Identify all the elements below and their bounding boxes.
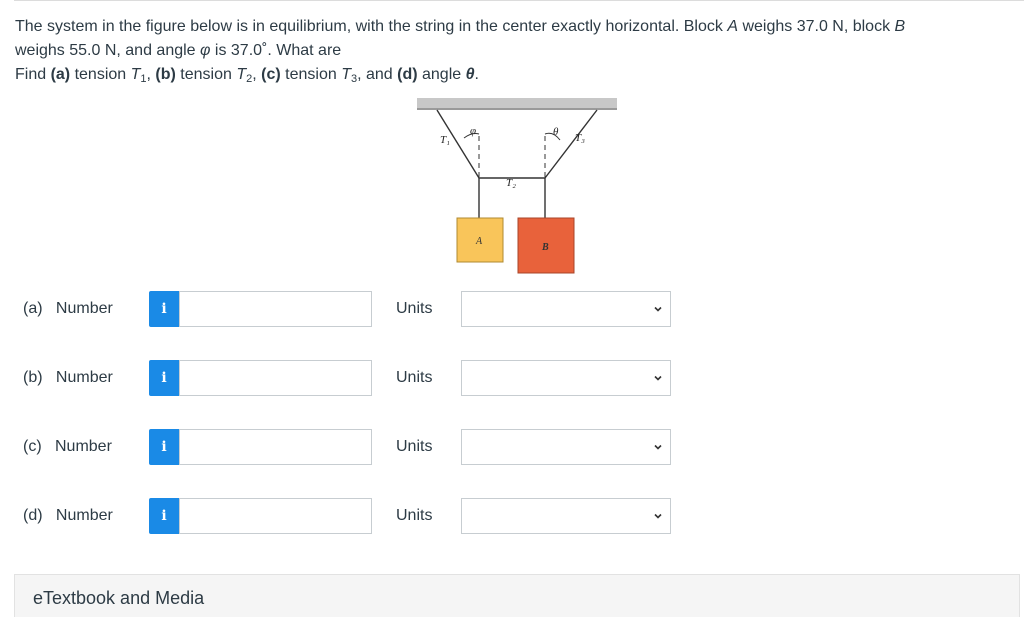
label-block-a: A — [475, 236, 483, 247]
part-a-label: (a) Number — [23, 300, 113, 318]
answer-row-b: (b) Number i Units — [0, 360, 1034, 398]
part-d-ref: (d) — [397, 66, 418, 83]
answer-row-c: (c) Number i Units — [0, 429, 1034, 467]
info-icon: i — [161, 439, 167, 455]
t-symbol-2: T — [236, 66, 247, 83]
t-symbol-1: T — [130, 66, 141, 83]
number-input-d[interactable] — [179, 498, 372, 534]
label-t2: T₂ — [506, 177, 516, 189]
units-select-c[interactable] — [461, 429, 671, 465]
angle-text: angle — [417, 66, 466, 83]
ceiling — [417, 98, 617, 109]
question-line-2: weighs 55.0 N, and angle φ is 37.0˚. Wha… — [15, 39, 1015, 63]
label-block-b: B — [541, 242, 549, 253]
period: . — [474, 66, 479, 83]
info-icon: i — [161, 301, 167, 317]
units-select-d[interactable] — [461, 498, 671, 534]
etextbook-media-panel[interactable]: eTextbook and Media — [14, 574, 1020, 617]
units-select-b[interactable] — [461, 360, 671, 396]
chevron-down-icon — [654, 306, 662, 312]
part-a-letter: (a) — [23, 300, 43, 317]
label-t1: T₁ — [440, 134, 450, 146]
info-button-b[interactable]: i — [149, 360, 179, 396]
number-input-b[interactable] — [179, 360, 372, 396]
tension-text-3: tension — [280, 66, 342, 83]
question-line-3: Find (a) tension T1, (b) tension T2, (c)… — [15, 63, 1015, 87]
part-c-ref: (c) — [261, 66, 281, 83]
answer-row-a: (a) Number i Units — [0, 291, 1034, 329]
info-icon: i — [161, 508, 167, 524]
units-label-d: Units — [396, 507, 433, 524]
question-line-1-mid: weighs 37.0 N, block — [738, 18, 895, 35]
part-a-number-label: Number — [55, 300, 113, 317]
part-b-ref: (b) — [155, 66, 176, 83]
top-divider — [14, 0, 1024, 1]
ceiling-edge — [417, 108, 617, 110]
units-label-c: Units — [396, 438, 433, 455]
units-select-a[interactable] — [461, 291, 671, 327]
units-label-b: Units — [396, 369, 433, 386]
phi-symbol: φ — [200, 42, 211, 59]
part-a-ref: (a) — [50, 66, 71, 83]
t-symbol-3: T — [341, 66, 351, 83]
part-b-label: (b) Number — [23, 369, 113, 387]
question-text: The system in the figure below is in equ… — [15, 15, 1015, 87]
find-text: Find — [15, 66, 51, 83]
block-a-ref: A — [727, 18, 738, 35]
part-b-letter: (b) — [23, 369, 43, 386]
and-text: , and — [357, 66, 398, 83]
number-input-c[interactable] — [179, 429, 372, 465]
part-c-letter: (c) — [23, 438, 42, 455]
tension-text-1: tension — [70, 66, 131, 83]
info-button-a[interactable]: i — [149, 291, 179, 327]
label-phi: φ — [470, 125, 476, 137]
answer-row-d: (d) Number i Units — [0, 498, 1034, 536]
part-c-number-label: Number — [55, 438, 112, 455]
label-theta: θ — [553, 126, 559, 138]
separator-2: , — [252, 66, 262, 83]
equilibrium-figure: T₁ φ θ T₃ T₂ A B — [417, 98, 617, 276]
part-d-number-label: Number — [55, 507, 113, 524]
chevron-down-icon — [654, 513, 662, 519]
theta-symbol: θ — [465, 66, 475, 83]
tension-text-2: tension — [175, 66, 237, 83]
units-label-a: Units — [396, 300, 433, 317]
label-t3: T₃ — [575, 132, 585, 144]
question-line-2-end: is 37.0˚. What are — [210, 42, 342, 59]
question-line-1-text: The system in the figure below is in equ… — [15, 18, 728, 35]
part-c-label: (c) Number — [23, 438, 112, 456]
part-d-letter: (d) — [23, 507, 43, 524]
etextbook-media-label[interactable]: eTextbook and Media — [33, 588, 204, 609]
chevron-down-icon — [654, 444, 662, 450]
question-line-2-start: weighs 55.0 N, and angle — [15, 42, 201, 59]
block-b-ref: B — [894, 18, 906, 35]
part-b-number-label: Number — [55, 369, 113, 386]
string-t3 — [544, 109, 598, 179]
info-icon: i — [161, 370, 167, 386]
chevron-down-icon — [654, 375, 662, 381]
figure-svg: T₁ φ θ T₃ T₂ A B — [417, 98, 617, 274]
info-button-c[interactable]: i — [149, 429, 179, 465]
question-line-1: The system in the figure below is in equ… — [15, 15, 1015, 39]
number-input-a[interactable] — [179, 291, 372, 327]
info-button-d[interactable]: i — [149, 498, 179, 534]
part-d-label: (d) Number — [23, 507, 113, 525]
